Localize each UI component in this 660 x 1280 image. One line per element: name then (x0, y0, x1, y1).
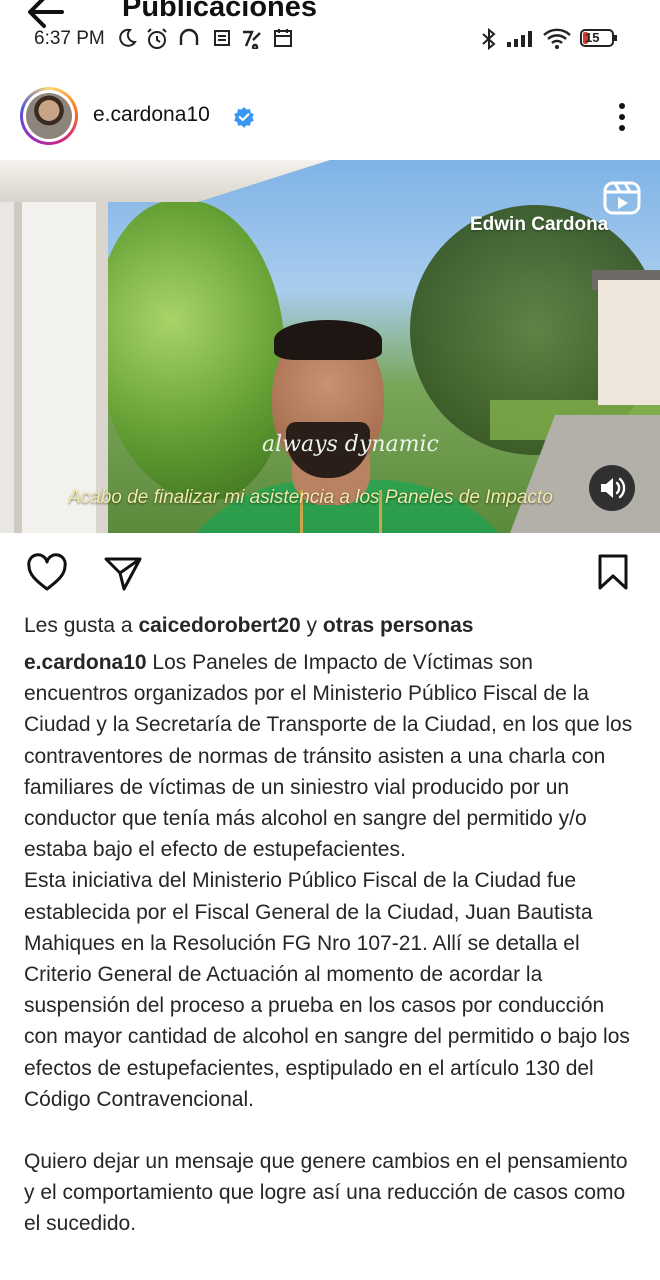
sound-toggle-icon[interactable] (589, 465, 635, 511)
more-options-icon[interactable] (612, 102, 632, 132)
share-paper-plane-icon[interactable] (103, 553, 143, 593)
page-title: Publicaciones (122, 0, 318, 23)
post-username[interactable]: e.cardona10 (93, 103, 210, 127)
video-subtitle: Acabo de finalizar mi asistencia a los P… (68, 487, 553, 508)
caption-paragraph-1: Los Paneles de Impacto de Víctimas son e… (24, 651, 633, 862)
likes-user[interactable]: caicedorobert20 (138, 614, 300, 637)
signal-icon (507, 31, 532, 47)
status-time: 6:37 PM (34, 28, 105, 49)
caption-paragraph-3: Quiero dejar un mensaje que genere cambi… (24, 1150, 628, 1236)
likes-others[interactable]: otras personas (323, 614, 474, 637)
post-caption: e.cardona10 Los Paneles de Impacto de Ví… (24, 647, 636, 1240)
alarm-icon (147, 28, 167, 49)
avatar-image (26, 93, 72, 139)
shirt-print-text: always dynamic (262, 432, 439, 457)
reels-icon (603, 181, 641, 215)
person-hair (274, 320, 382, 360)
video-brand-label: Edwin Cardona (470, 214, 609, 235)
app-notification-icon (243, 30, 261, 49)
foreground-tree (95, 200, 285, 500)
like-heart-icon[interactable] (26, 553, 68, 593)
moon-icon (119, 28, 137, 47)
avatar[interactable] (20, 87, 78, 145)
bluetooth-icon (482, 27, 496, 51)
save-bookmark-icon[interactable] (596, 553, 630, 591)
verified-badge-icon (234, 107, 254, 128)
caption-username[interactable]: e.cardona10 (24, 651, 147, 674)
caption-paragraph-2: Esta iniciativa del Ministerio Público F… (24, 869, 630, 1111)
calendar-icon (274, 29, 292, 47)
likes-connector: y (306, 614, 318, 637)
wifi-icon (543, 28, 571, 49)
likes-prefix: Les gusta a (24, 614, 133, 637)
house (598, 280, 660, 405)
likes-summary[interactable]: Les gusta a caicedorobert20 y otras pers… (24, 614, 473, 638)
headphones-icon (179, 28, 199, 45)
porch-roof (0, 160, 330, 202)
battery-level: 15 (585, 30, 600, 45)
porch-column (0, 160, 108, 533)
notes-icon (214, 30, 230, 46)
